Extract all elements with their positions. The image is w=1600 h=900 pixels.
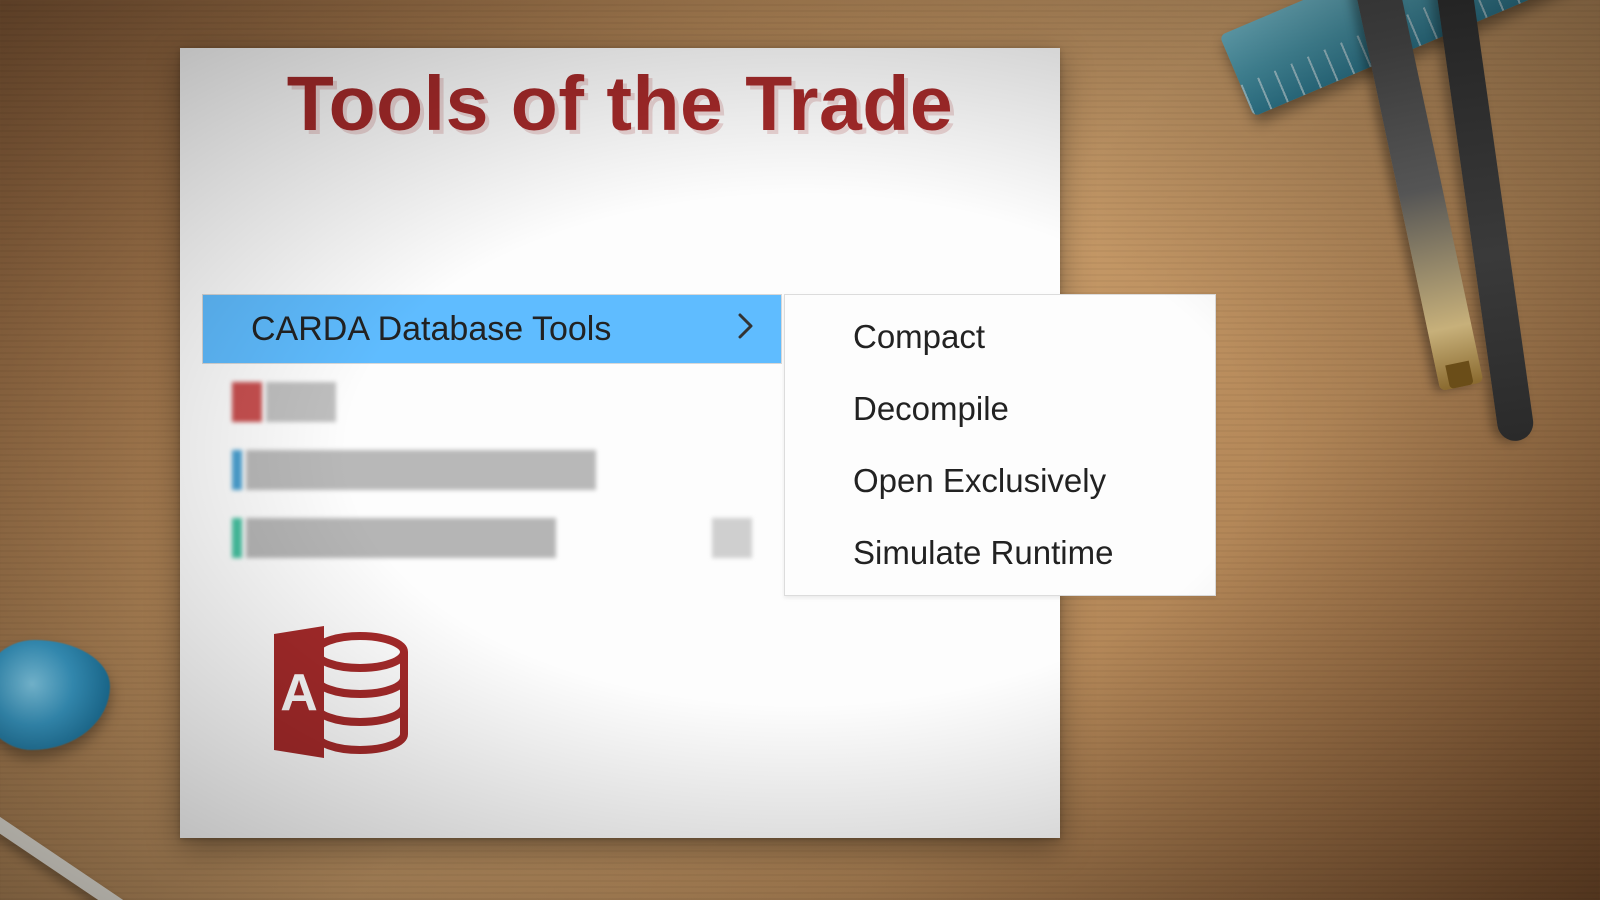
ms-access-icon: A <box>256 616 416 776</box>
slide-card: Tools of the Trade CARDA Database Tools <box>180 48 1060 838</box>
menu-item-carda-database-tools[interactable]: CARDA Database Tools <box>202 294 782 364</box>
crumpled-paper-prop <box>0 640 110 750</box>
submenu-item-compact[interactable]: Compact <box>785 301 1215 373</box>
access-letter: A <box>280 664 318 722</box>
chevron-right-icon <box>737 313 755 346</box>
submenu-item-simulate-runtime[interactable]: Simulate Runtime <box>785 517 1215 589</box>
submenu-item-label: Decompile <box>853 390 1009 428</box>
submenu-item-label: Open Exclusively <box>853 462 1106 500</box>
submenu-item-label: Compact <box>853 318 985 356</box>
blurred-menu-items <box>202 364 782 558</box>
slide-title: Tools of the Trade <box>180 60 1060 149</box>
context-menu: CARDA Database Tools <box>202 294 782 594</box>
blurred-menu-item <box>232 382 752 422</box>
submenu-item-label: Simulate Runtime <box>853 534 1113 572</box>
blurred-menu-item <box>232 518 752 558</box>
menu-item-label: CARDA Database Tools <box>251 310 611 349</box>
submenu-item-decompile[interactable]: Decompile <box>785 373 1215 445</box>
blurred-menu-item <box>232 450 752 490</box>
submenu-item-open-exclusively[interactable]: Open Exclusively <box>785 445 1215 517</box>
submenu: Compact Decompile Open Exclusively Simul… <box>784 294 1216 596</box>
